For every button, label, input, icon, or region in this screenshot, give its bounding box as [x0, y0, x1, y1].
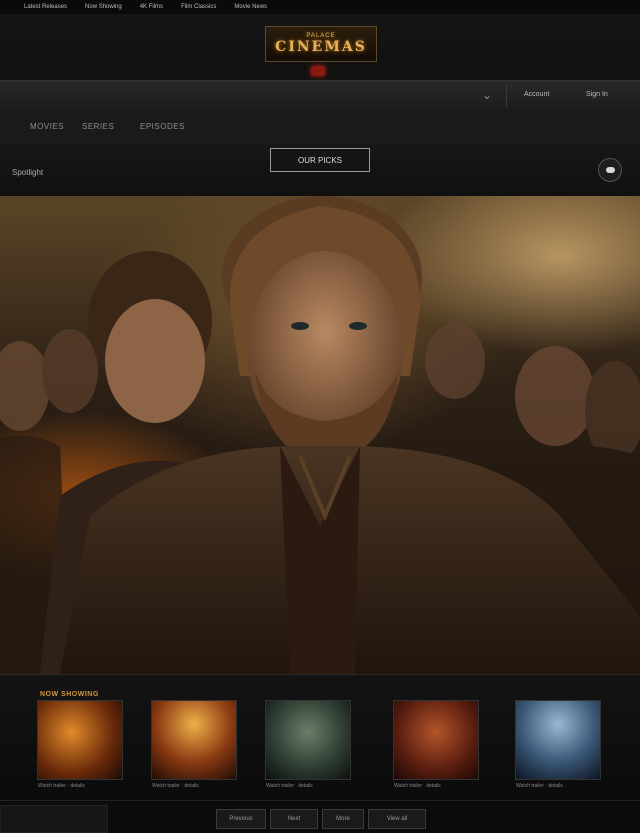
- movie-poster[interactable]: [38, 701, 122, 779]
- next-button[interactable]: Next: [270, 809, 318, 829]
- movie-poster[interactable]: [266, 701, 350, 779]
- chevron-down-icon[interactable]: ⌄: [482, 88, 492, 102]
- movie-card[interactable]: Watch trailer · details: [516, 689, 600, 789]
- action-row: Spotlight OUR PICKS: [0, 144, 640, 196]
- menu-icon: [605, 167, 615, 173]
- previous-button[interactable]: Previous: [216, 809, 266, 829]
- hero-banner[interactable]: [0, 196, 640, 674]
- tab-movies[interactable]: MOVIES: [30, 122, 64, 131]
- nav-divider: [506, 85, 507, 107]
- movie-card-caption: Watch trailer · details: [152, 783, 199, 789]
- movie-poster[interactable]: [152, 701, 236, 779]
- nav-link-sign-in[interactable]: Sign In: [586, 91, 608, 98]
- top-nav-item-now-showing[interactable]: Now Showing: [85, 4, 122, 10]
- movie-card[interactable]: Watch trailer · details: [152, 689, 236, 789]
- nav-link-account[interactable]: Account: [524, 91, 549, 98]
- top-nav-item-classics[interactable]: Film Classics: [181, 4, 216, 10]
- main-nav: ⌄ Account Sign In: [0, 80, 640, 112]
- pager-panel: [0, 805, 108, 833]
- menu-button[interactable]: [598, 158, 622, 182]
- movie-card-caption: Watch trailer · details: [38, 783, 85, 789]
- record-badge-icon: [311, 66, 325, 76]
- header: PALACE CINEMAS: [0, 14, 640, 80]
- logo-title: CINEMAS: [275, 39, 367, 55]
- top-nav-item-news[interactable]: Movie News: [234, 4, 267, 10]
- movie-card[interactable]: Watch trailer · details: [266, 689, 350, 789]
- top-nav-item-4k[interactable]: 4K Films: [140, 4, 163, 10]
- top-nav: Latest Releases Now Showing 4K Films Fil…: [0, 0, 640, 14]
- top-nav-item-latest[interactable]: Latest Releases: [24, 4, 67, 10]
- our-picks-button[interactable]: OUR PICKS: [270, 148, 370, 172]
- movie-poster[interactable]: [394, 701, 478, 779]
- movie-card[interactable]: Watch trailer · details: [38, 689, 122, 789]
- hero-image: [0, 196, 640, 674]
- more-button[interactable]: More: [322, 809, 364, 829]
- pagination-bar: Previous Next More View all: [0, 800, 640, 833]
- now-showing-shelf: NOW SHOWING Watch trailer · details Watc…: [0, 674, 640, 801]
- movie-card-caption: Watch trailer · details: [394, 783, 441, 789]
- movie-card[interactable]: Watch trailer · details: [394, 689, 478, 789]
- view-all-button[interactable]: View all: [368, 809, 426, 829]
- section-label: Spotlight: [12, 168, 44, 177]
- movie-card-caption: Watch trailer · details: [516, 783, 563, 789]
- tab-series[interactable]: SERIES: [82, 122, 114, 131]
- category-tabs: MOVIES SERIES EPISODES: [0, 110, 640, 145]
- site-logo[interactable]: PALACE CINEMAS: [265, 26, 377, 62]
- movie-card-caption: Watch trailer · details: [266, 783, 313, 789]
- movie-poster[interactable]: [516, 701, 600, 779]
- tab-episodes[interactable]: EPISODES: [140, 122, 185, 131]
